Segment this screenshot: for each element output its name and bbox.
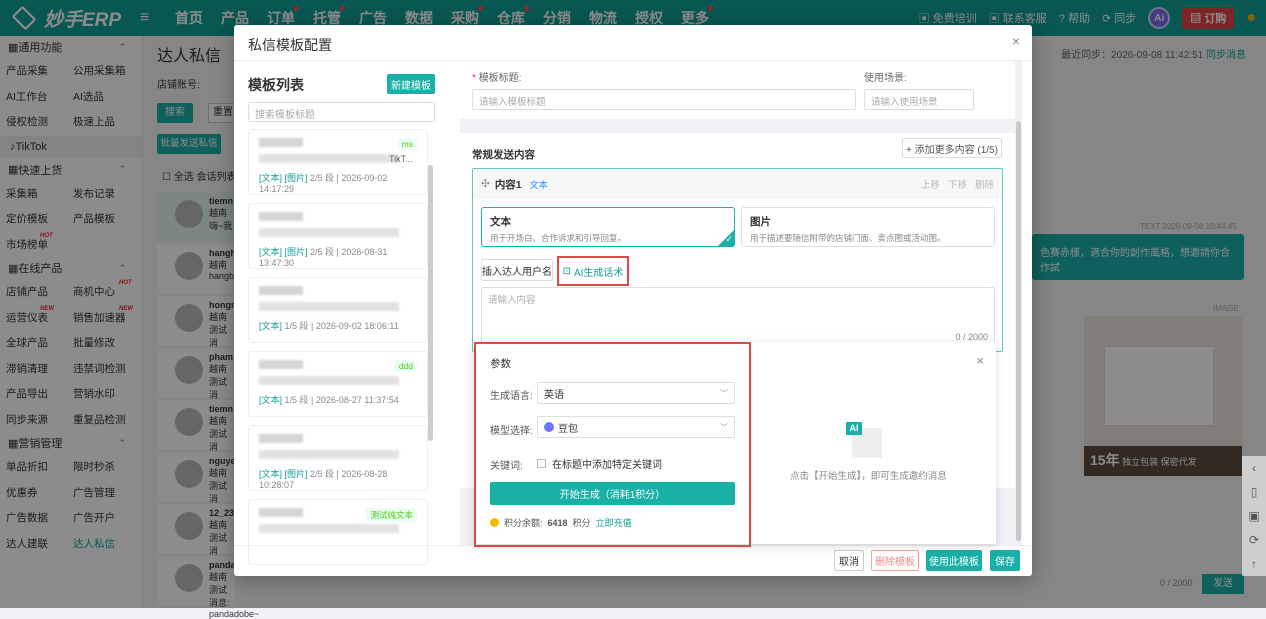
template-card[interactable]: [文本] 1/5 段 | 2026-09-02 18:06:11: [248, 277, 428, 343]
template-title-blurred: [259, 434, 303, 443]
template-title-input[interactable]: 请输入模板标题: [472, 89, 856, 110]
template-meta: [文本] [图片] 2/5 段 | 2026-09-02 14:17:29: [259, 173, 388, 194]
option-text-desc: 用于开场白、合作诉求和引导回复。: [490, 233, 627, 243]
template-card[interactable]: [文本] [图片] 2/5 段 | 2026-08-31 13:47:30: [248, 203, 428, 269]
use-template-button[interactable]: 使用此模板: [926, 550, 982, 571]
template-search-input[interactable]: 搜索模板标题: [248, 102, 435, 122]
back-icon[interactable]: ‹: [1242, 456, 1266, 480]
content-label: 内容1: [494, 178, 522, 191]
refresh-icon[interactable]: ⟳: [1242, 528, 1266, 552]
selected-check-icon: [718, 230, 734, 246]
content-block-header: ✣ 内容1 文本 上移 下移 删除: [473, 169, 1002, 199]
modal-header: 私信模板配置 ×: [234, 25, 1032, 61]
template-preview-blurred: [259, 524, 399, 533]
title-label: * 模板标题:: [472, 73, 522, 84]
template-preview-blurred: [259, 376, 399, 385]
phone-icon[interactable]: ▯: [1242, 480, 1266, 504]
ai-illustration-icon: AI: [846, 422, 886, 462]
new-template-button[interactable]: 新建模板: [387, 74, 435, 94]
char-counter: 0 / 2000: [955, 332, 988, 342]
modal-footer: 取消 删除模板 使用此模板 保存: [234, 545, 1032, 576]
ai-icon: ⊡: [562, 265, 571, 277]
template-title-blurred: [259, 286, 303, 295]
content-type-tag: 文本: [529, 179, 548, 190]
scene-input[interactable]: 请输入使用场景: [864, 89, 974, 110]
add-more-content-button[interactable]: + 添加更多内容 (1/5): [902, 138, 1002, 158]
template-card[interactable]: [文本] 1/5 段 | 2026-08-27 11:37:54 ddd: [248, 351, 428, 417]
template-meta: [文本] 1/5 段 | 2026-09-02 18:06:11: [259, 321, 399, 331]
template-title-blurred: [259, 360, 303, 369]
modal-title: 私信模板配置: [248, 37, 332, 53]
template-title-blurred: [259, 138, 303, 147]
floating-toolbar: ‹ ▯ ▣ ⟳ ↑: [1242, 456, 1266, 576]
template-tag: ddd: [394, 360, 417, 372]
template-list-panel: 模板列表 新建模板 搜索模板标题 TikT... [文本] [图片] 2/5 段 …: [234, 61, 444, 565]
close-icon[interactable]: ×: [1012, 33, 1020, 49]
template-preview-blurred: [259, 302, 399, 311]
editor-scrollbar[interactable]: [1016, 121, 1021, 541]
template-preview-blurred: [259, 154, 399, 163]
move-down-button[interactable]: 下移: [948, 177, 967, 191]
template-preview-blurred: [259, 228, 399, 237]
insert-username-button[interactable]: 插入达人用户名: [481, 259, 553, 281]
move-up-button[interactable]: 上移: [921, 177, 940, 191]
template-tag: ms: [397, 138, 417, 150]
option-image[interactable]: 图片 用于描述要随信附带的店铺门面、卖点图或活动图。: [741, 207, 995, 247]
empty-tip: 点击【开始生成】，即可生成邀约消息: [790, 471, 947, 482]
close-icon[interactable]: ×: [976, 353, 984, 368]
delete-template-button[interactable]: 删除模板: [871, 550, 919, 571]
option-image-desc: 用于描述要随信附带的店铺门面、卖点图或活动图。: [750, 233, 946, 243]
save-button[interactable]: 保存: [990, 550, 1020, 571]
delete-content-button[interactable]: 删除: [975, 177, 994, 191]
template-tag: 测试纯文本: [366, 508, 417, 522]
option-text-title: 文本: [490, 216, 511, 228]
template-meta: [文本] 1/5 段 | 2026-08-27 11:37:54: [259, 395, 399, 405]
content-block: ✣ 内容1 文本 上移 下移 删除 文本 用于开场白、合作诉求和引导回复。 图片: [472, 168, 1003, 352]
top-icon[interactable]: ↑: [1242, 552, 1266, 576]
template-basic-card: * 模板标题: 请输入模板标题 使用场景: 请输入使用场景: [460, 61, 1015, 119]
template-list-title: 模板列表: [248, 77, 304, 93]
content-ops: 上移 下移 删除: [921, 177, 994, 191]
highlight-box: [474, 342, 751, 547]
scene-label: 使用场景:: [864, 73, 907, 84]
template-card[interactable]: [文本] [图片] 2/5 段 | 2026-08-28 10:28:07: [248, 425, 428, 491]
option-image-title: 图片: [750, 216, 771, 228]
content-textarea[interactable]: 请输入内容 0 / 2000: [481, 287, 995, 345]
template-list-scrollbar[interactable]: [428, 129, 434, 575]
template-card[interactable]: TikT... [文本] [图片] 2/5 段 | 2026-09-02 14:1…: [248, 129, 428, 195]
note-icon[interactable]: ▣: [1242, 504, 1266, 528]
template-meta: [文本] [图片] 2/5 段 | 2026-08-31 13:47:30: [259, 247, 388, 268]
template-list: TikT... [文本] [图片] 2/5 段 | 2026-09-02 14:1…: [248, 129, 428, 575]
template-meta: [文本] [图片] 2/5 段 | 2026-08-28 10:28:07: [259, 469, 388, 490]
template-preview-blurred: [259, 450, 399, 459]
cancel-button[interactable]: 取消: [834, 550, 864, 571]
option-text[interactable]: 文本 用于开场白、合作诉求和引导回复。: [481, 207, 735, 247]
section-title: 常规发送内容: [472, 149, 535, 161]
template-title-blurred: [259, 212, 303, 221]
template-title-blurred: [259, 508, 303, 517]
template-preview: TikT...: [389, 154, 413, 164]
drag-handle-icon[interactable]: ✣: [481, 178, 490, 190]
ai-generate-button[interactable]: ⊡ AI生成话术: [557, 256, 629, 286]
